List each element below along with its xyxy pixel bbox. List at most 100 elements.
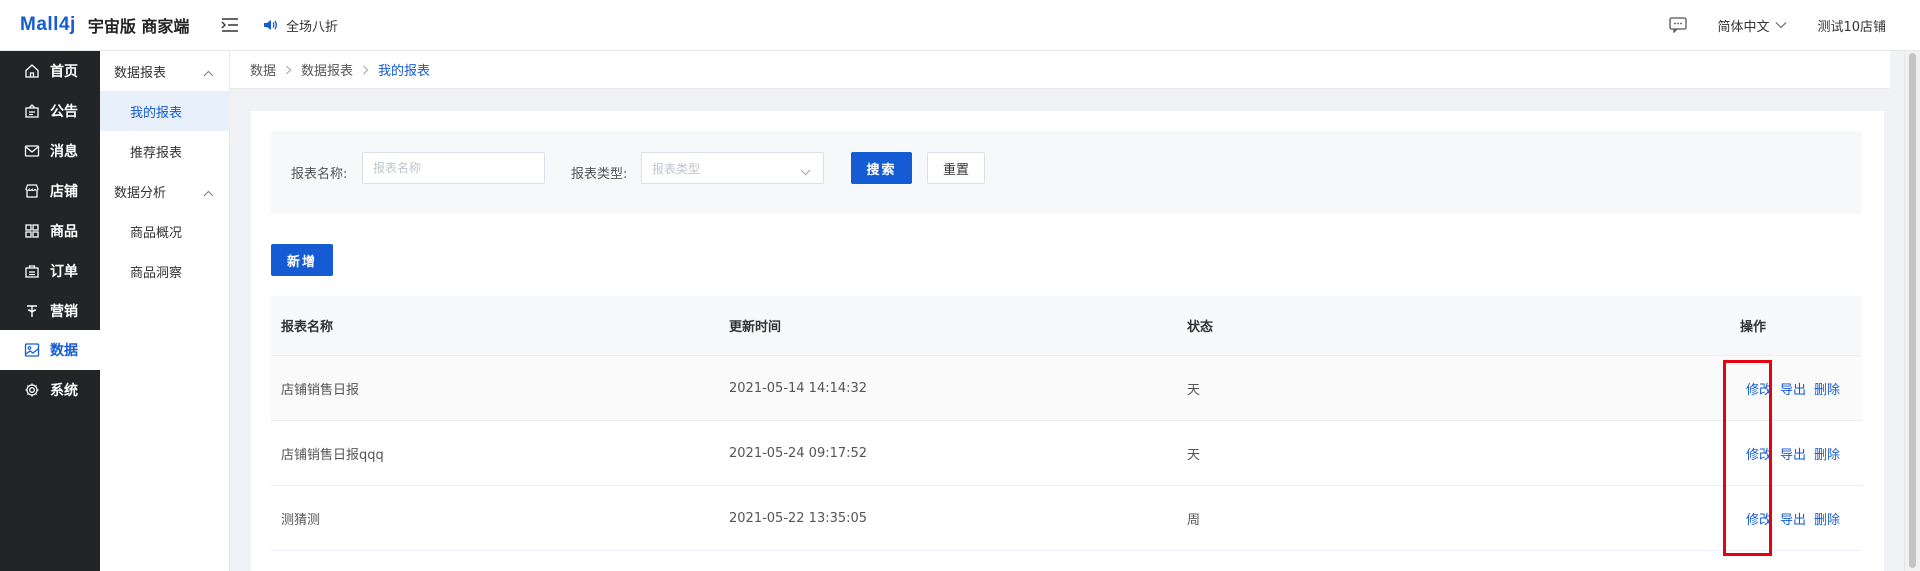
edit-link[interactable]: 修改 [1746, 509, 1772, 528]
gear-icon [24, 382, 40, 398]
add-button[interactable]: 新增 [271, 244, 333, 276]
breadcrumb: 数据 数据报表 我的报表 [230, 51, 1890, 89]
export-link[interactable]: 导出 [1780, 509, 1806, 528]
sidebar-item-system[interactable]: 系统 [0, 370, 100, 410]
sidebar-item-order[interactable]: 订单 [0, 251, 100, 291]
message-button[interactable] [1669, 17, 1688, 33]
sidebar-item-label: 店铺 [50, 184, 78, 200]
table-row: 店铺销售日报 2021-05-14 14:14:32 天 修改 导出 删除 [271, 356, 1862, 421]
report-type-label: 报表类型: [571, 167, 628, 182]
notice-icon [24, 103, 40, 119]
subnav-item-goods-overview[interactable]: 商品概况 [100, 211, 230, 251]
cell-name: 店铺销售日报 [281, 382, 360, 398]
shop-icon [24, 183, 40, 199]
goods-icon [24, 223, 40, 239]
logo-title: 宇宙版 商家端 [87, 17, 190, 36]
scrollbar-thumb[interactable] [1909, 53, 1916, 568]
column-header-time: 更新时间 [729, 320, 782, 335]
cell-status: 天 [1187, 382, 1201, 398]
report-table: 报表名称 更新时间 状态 操作 店铺销售日报 2021-05-14 14:14:… [271, 296, 1862, 551]
delete-link[interactable]: 删除 [1814, 509, 1840, 528]
breadcrumb-item[interactable]: 数据 [250, 60, 276, 79]
report-name-label: 报表名称: [291, 167, 348, 182]
chevron-right-icon [362, 65, 369, 75]
cell-status: 周 [1187, 512, 1201, 528]
report-name-input[interactable] [362, 152, 545, 184]
column-header-actions: 操作 [1739, 320, 1766, 335]
sidebar-item-home[interactable]: 首页 [0, 51, 100, 91]
subnav-item-label: 商品洞察 [130, 265, 183, 281]
cell-name: 测猜测 [281, 512, 321, 528]
language-label: 简体中文 [1717, 19, 1770, 35]
home-icon [24, 63, 40, 79]
sidebar-item-label: 数据 [50, 343, 78, 359]
sidebar-item-label: 系统 [50, 383, 78, 399]
table-header: 报表名称 更新时间 状态 操作 [271, 296, 1862, 356]
report-type-select[interactable]: 报表类型 [641, 152, 824, 184]
search-panel: 报表名称: 报表类型: 报表类型 搜索 重置 [271, 131, 1862, 214]
chevron-right-icon [285, 65, 292, 75]
logo-mark: Mall4j [20, 14, 76, 35]
sidebar-item-notice[interactable]: 公告 [0, 91, 100, 131]
language-dropdown[interactable]: 简体中文 [1717, 16, 1787, 35]
shop-name-label: 测试10店铺 [1817, 19, 1886, 35]
cell-actions: 修改 导出 删除 [1645, 444, 1862, 463]
chat-icon [1669, 17, 1688, 33]
edit-link[interactable]: 修改 [1746, 379, 1772, 398]
sidebar-item-shop[interactable]: 店铺 [0, 171, 100, 211]
column-header-status: 状态 [1187, 320, 1214, 335]
export-link[interactable]: 导出 [1780, 444, 1806, 463]
subnav-group-analysis[interactable]: 数据分析 [100, 171, 230, 211]
notice-text: 全场八折 [286, 19, 339, 35]
chevron-down-icon [1775, 21, 1787, 29]
edit-link[interactable]: 修改 [1746, 444, 1772, 463]
cell-actions: 修改 导出 删除 [1645, 379, 1862, 398]
sidebar-item-marketing[interactable]: 营销 [0, 291, 100, 331]
subnav-item-label: 推荐报表 [130, 145, 183, 161]
menu-fold-icon[interactable] [218, 13, 242, 37]
subnav-group-report[interactable]: 数据报表 [100, 51, 230, 91]
sub-sidebar: 数据报表 我的报表 推荐报表 数据分析 商品概况 商品洞察 [100, 51, 230, 571]
export-link[interactable]: 导出 [1780, 379, 1806, 398]
subnav-item-goods-insight[interactable]: 商品洞察 [100, 251, 230, 291]
table-row: 店铺销售日报qqq 2021-05-24 09:17:52 天 修改 导出 删除 [271, 421, 1862, 486]
breadcrumb-current: 我的报表 [378, 64, 431, 79]
notice-bar[interactable]: 全场八折 [262, 16, 338, 35]
cell-time: 2021-05-14 14:14:32 [729, 380, 868, 396]
subnav-item-label: 我的报表 [130, 105, 183, 121]
subnav-group-label: 数据报表 [114, 65, 167, 81]
cell-actions: 修改 导出 删除 [1645, 509, 1862, 528]
main-sidebar: 首页 公告 消息 店铺 商品 订单 营销 数据 系统 [0, 51, 100, 571]
cell-status: 天 [1187, 447, 1201, 463]
subnav-item-recommend-report[interactable]: 推荐报表 [100, 131, 230, 171]
breadcrumb-item[interactable]: 数据报表 [301, 60, 353, 79]
subnav-item-my-report[interactable]: 我的报表 [100, 91, 230, 131]
content-card: 报表名称: 报表类型: 报表类型 搜索 重置 新增 报表名称 更新时间 状态 操… [251, 111, 1884, 571]
delete-link[interactable]: 删除 [1814, 444, 1840, 463]
chevron-up-icon [203, 66, 214, 81]
delete-link[interactable]: 删除 [1814, 379, 1840, 398]
cell-name: 店铺销售日报qqq [281, 447, 384, 463]
chevron-up-icon [203, 186, 214, 201]
cell-time: 2021-05-22 13:35:05 [729, 510, 868, 526]
shop-name[interactable]: 测试10店铺 [1817, 16, 1886, 35]
search-button[interactable]: 搜索 [851, 152, 912, 184]
sidebar-item-goods[interactable]: 商品 [0, 211, 100, 251]
subnav-group-label: 数据分析 [114, 185, 167, 201]
page-scrollbar[interactable] [1904, 51, 1920, 571]
sidebar-item-label: 首页 [50, 64, 78, 80]
logo[interactable]: Mall4j 宇宙版 商家端 [0, 13, 212, 37]
top-header: Mall4j 宇宙版 商家端 全场八折 简体中文 测试10店铺 [0, 0, 1920, 51]
sidebar-item-message[interactable]: 消息 [0, 131, 100, 171]
sidebar-item-data[interactable]: 数据 [0, 330, 100, 370]
subnav-item-label: 商品概况 [130, 225, 183, 241]
order-icon [24, 263, 40, 279]
sidebar-item-label: 消息 [50, 144, 78, 160]
chevron-down-icon [800, 165, 811, 179]
marketing-icon [24, 303, 40, 319]
sidebar-item-label: 公告 [50, 104, 78, 120]
reset-button[interactable]: 重置 [927, 152, 985, 184]
mail-icon [24, 143, 40, 159]
report-type-placeholder: 报表类型 [652, 161, 701, 176]
data-icon [24, 342, 40, 358]
